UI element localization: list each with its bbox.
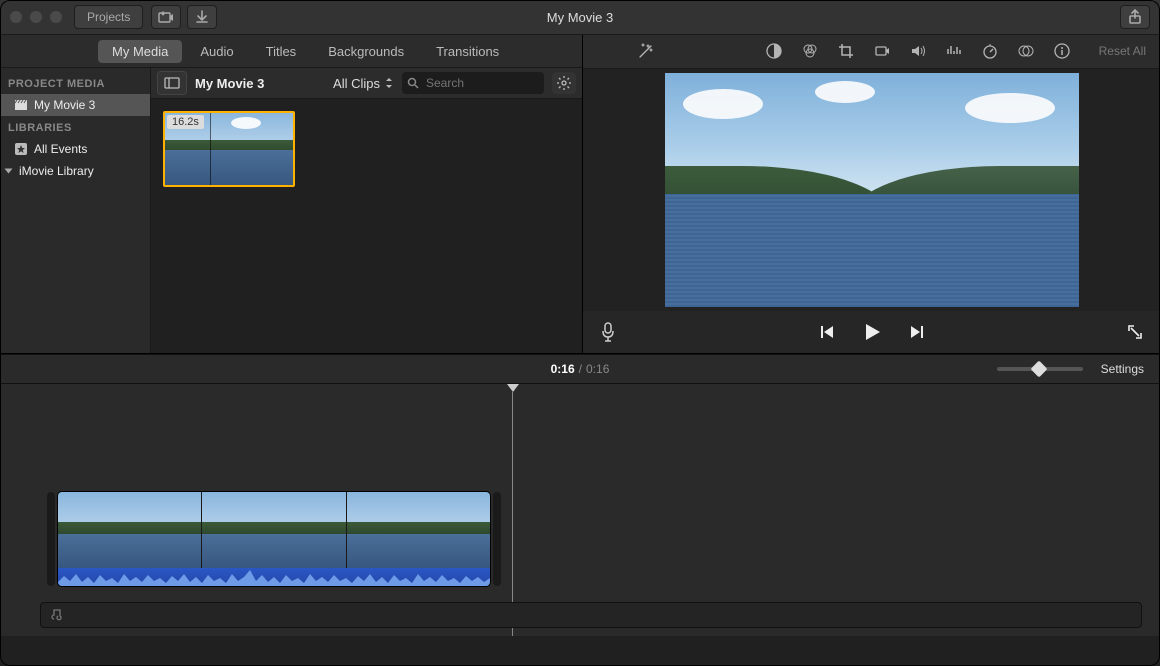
search-icon xyxy=(407,77,419,89)
timeline[interactable] xyxy=(0,384,1160,636)
window-controls xyxy=(10,11,62,23)
sidebar: PROJECT MEDIA My Movie 3 LIBRARIES All E… xyxy=(0,68,151,353)
next-frame-icon[interactable] xyxy=(908,323,926,341)
zoom-slider-knob[interactable] xyxy=(1030,361,1047,378)
voiceover-icon[interactable] xyxy=(599,321,617,343)
playhead-line[interactable] xyxy=(512,392,513,636)
sidebar-item-label: All Events xyxy=(34,142,87,156)
browser-settings-icon[interactable] xyxy=(552,72,576,94)
clapper-icon xyxy=(14,99,28,111)
time-current: 0:16 xyxy=(551,362,575,376)
volume-icon[interactable] xyxy=(909,42,927,60)
time-total: 0:16 xyxy=(586,362,609,376)
import-media-icon[interactable] xyxy=(151,5,181,29)
sidebar-section-project-media: PROJECT MEDIA xyxy=(0,72,150,94)
sort-arrows-icon xyxy=(384,77,394,89)
disclosure-triangle-icon[interactable] xyxy=(5,169,13,174)
music-note-icon xyxy=(49,608,63,622)
play-icon[interactable] xyxy=(860,320,884,344)
clip-audio-waveform[interactable] xyxy=(58,568,490,586)
search-input[interactable] xyxy=(424,75,518,91)
color-balance-icon[interactable] xyxy=(765,42,783,60)
viewer-controls xyxy=(583,311,1160,353)
time-separator: / xyxy=(579,362,582,376)
adjustments-toolbar: Reset All xyxy=(583,35,1160,69)
sidebar-item-label: iMovie Library xyxy=(19,164,94,178)
event-title: My Movie 3 xyxy=(195,76,264,91)
reset-all-button[interactable]: Reset All xyxy=(1099,44,1146,58)
media-header-row: My Movie 3 All Clips xyxy=(151,68,582,99)
close-dot[interactable] xyxy=(10,11,22,23)
titlebar: Projects My Movie 3 xyxy=(0,0,1160,35)
media-browser[interactable]: 16.2s xyxy=(151,99,582,353)
search-field[interactable] xyxy=(402,72,544,94)
timeline-audio-lane[interactable] xyxy=(40,602,1142,628)
clip-trim-handle-right[interactable] xyxy=(493,492,501,586)
clip-filmstrip xyxy=(58,492,490,568)
sidebar-item-imovie-library[interactable]: iMovie Library xyxy=(0,160,150,182)
sidebar-item-label: My Movie 3 xyxy=(34,98,95,112)
zoom-dot[interactable] xyxy=(50,11,62,23)
sidebar-section-libraries: LIBRARIES xyxy=(0,116,150,138)
tab-transitions[interactable]: Transitions xyxy=(422,40,513,63)
timeline-video-clip[interactable] xyxy=(58,492,490,586)
speed-icon[interactable] xyxy=(981,42,999,60)
sidebar-item-all-events[interactable]: All Events xyxy=(0,138,150,160)
viewer-area xyxy=(583,69,1160,311)
share-icon[interactable] xyxy=(1120,5,1150,29)
projects-button[interactable]: Projects xyxy=(74,5,143,29)
fullscreen-icon[interactable] xyxy=(1126,323,1144,341)
timeline-settings-button[interactable]: Settings xyxy=(1101,362,1144,376)
media-tabs: My Media Audio Titles Backgrounds Transi… xyxy=(0,35,582,68)
color-correction-icon[interactable] xyxy=(801,42,819,60)
noise-reduction-icon[interactable] xyxy=(945,42,963,60)
info-icon[interactable] xyxy=(1053,42,1071,60)
playhead-marker-icon[interactable] xyxy=(507,384,519,392)
stabilization-icon[interactable] xyxy=(873,42,891,60)
minimize-dot[interactable] xyxy=(30,11,42,23)
prev-frame-icon[interactable] xyxy=(818,323,836,341)
clips-filter-label: All Clips xyxy=(333,76,380,91)
sidebar-toggle-icon[interactable] xyxy=(157,71,187,95)
download-icon[interactable] xyxy=(187,5,217,29)
timeline-status-bar: 0:16 / 0:16 Settings xyxy=(0,354,1160,384)
clip-trim-handle-left[interactable] xyxy=(47,492,55,586)
tab-titles[interactable]: Titles xyxy=(252,40,311,63)
clip-filter-icon[interactable] xyxy=(1017,42,1035,60)
tab-backgrounds[interactable]: Backgrounds xyxy=(314,40,418,63)
preview-viewer[interactable] xyxy=(665,73,1079,307)
tab-my-media[interactable]: My Media xyxy=(98,40,182,63)
timeline-zoom-slider[interactable] xyxy=(997,367,1083,371)
clips-filter-dropdown[interactable]: All Clips xyxy=(333,76,394,91)
media-clip-thumbnail[interactable]: 16.2s xyxy=(163,111,295,187)
crop-icon[interactable] xyxy=(837,42,855,60)
tab-audio[interactable]: Audio xyxy=(186,40,247,63)
star-icon xyxy=(14,142,28,156)
sidebar-item-project[interactable]: My Movie 3 xyxy=(0,94,150,116)
clip-duration-badge: 16.2s xyxy=(167,115,204,129)
enhance-wand-icon[interactable] xyxy=(637,42,655,60)
